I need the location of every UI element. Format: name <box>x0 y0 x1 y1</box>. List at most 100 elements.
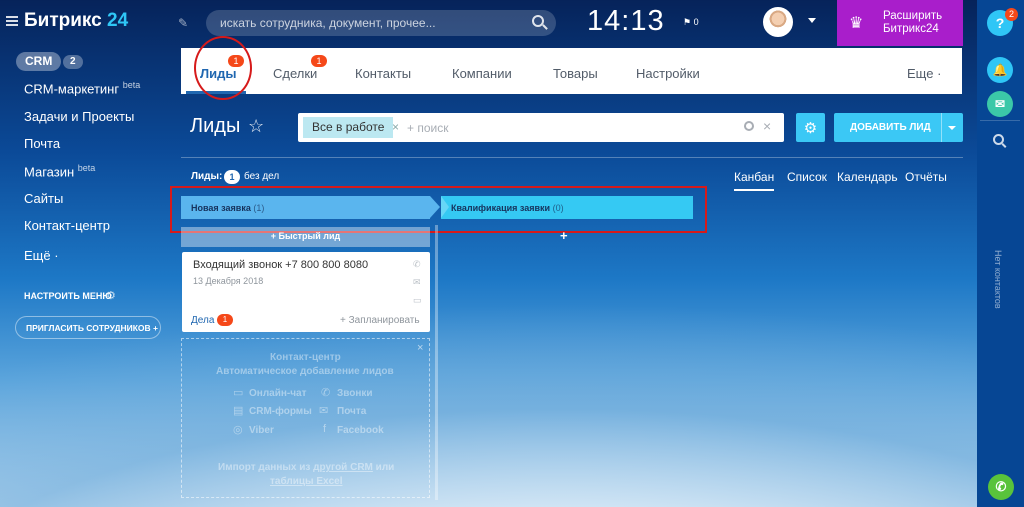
divider <box>181 157 963 158</box>
lead-card-deals[interactable]: Дела <box>191 315 214 326</box>
lead-card-deals-badge: 1 <box>217 314 233 326</box>
chevron-down-icon[interactable] <box>808 18 816 23</box>
highlight-circle <box>194 36 252 100</box>
tab-more[interactable]: Еще · <box>907 66 941 81</box>
channel-calls[interactable]: Звонки <box>337 388 373 399</box>
add-lead-button[interactable]: ДОБАВИТЬ ЛИД <box>834 113 963 142</box>
contact-center-title: Контакт-центр <box>270 352 341 363</box>
filter-placeholder: + поиск <box>407 121 449 135</box>
sidebar-item-sites[interactable]: Сайты <box>24 191 63 206</box>
search-icon[interactable] <box>744 121 754 131</box>
sidebar-item-shop[interactable]: Магазин beta <box>24 163 95 179</box>
menu-burger-icon[interactable] <box>6 16 18 26</box>
tab-deals[interactable]: Сделки <box>273 66 317 81</box>
search-icon[interactable] <box>532 15 544 27</box>
tab-settings[interactable]: Настройки <box>636 66 700 81</box>
add-item-button[interactable]: + <box>560 228 568 243</box>
sidebar-item-more[interactable]: Ещё · <box>24 248 59 263</box>
view-reports[interactable]: Отчёты <box>905 170 947 184</box>
chat-icon[interactable]: ▭ <box>413 295 422 306</box>
channel-viber[interactable]: Viber <box>249 425 274 436</box>
phone-icon[interactable]: ✆ <box>413 259 421 270</box>
gear-icon: ⚙ <box>803 119 818 137</box>
tab-companies[interactable]: Компании <box>452 66 512 81</box>
setup-menu-button[interactable]: НАСТРОИТЬ МЕНЮ <box>24 291 112 301</box>
import-excel-link[interactable]: таблицы Excel <box>270 476 343 487</box>
schedule-button[interactable]: + Запланировать <box>340 315 420 326</box>
search-input[interactable]: искать сотрудника, документ, прочее... <box>206 10 556 36</box>
help-badge: 2 <box>1005 8 1018 21</box>
leads-counter-label: Лиды: <box>191 171 223 182</box>
channel-mail[interactable]: Почта <box>337 406 366 417</box>
no-contacts-label: Нет контактов <box>993 250 1003 309</box>
expand-line2: Битрикс24 <box>883 23 939 35</box>
lead-card-date: 13 Декабря 2018 <box>193 276 264 286</box>
import-line1: Импорт данных из <box>218 462 311 473</box>
stage-count: (0) <box>552 203 564 213</box>
mail-icon[interactable]: ✉ <box>413 277 421 288</box>
viber-icon[interactable]: ◎ <box>233 423 243 436</box>
quick-lead-button[interactable]: + Быстрый лид <box>181 227 430 247</box>
beta-label: beta <box>77 163 96 173</box>
pencil-icon[interactable]: ✎ <box>178 16 188 30</box>
search-placeholder: искать сотрудника, документ, прочее... <box>220 16 436 30</box>
stage-name: Квалификация заявки <box>451 203 551 213</box>
view-calendar[interactable]: Календарь <box>837 170 898 184</box>
phone-icon[interactable]: ✆ <box>988 474 1014 500</box>
facebook-icon[interactable]: f <box>323 423 326 435</box>
bell-icon[interactable]: 🔔 <box>987 57 1013 83</box>
leads-counter-badge[interactable]: 1 <box>224 170 240 184</box>
logo[interactable]: Битрикс 24 <box>24 10 128 32</box>
filter-tag[interactable]: Все в работе <box>303 117 394 138</box>
invite-users-button[interactable]: ПРИГЛАСИТЬ СОТРУДНИКОВ + <box>15 316 161 339</box>
tab-contacts[interactable]: Контакты <box>355 66 411 81</box>
gear-icon[interactable]: ⚙ <box>106 289 116 302</box>
search-icon[interactable] <box>993 134 1004 145</box>
stage-count: (1) <box>253 203 265 213</box>
stage-name: Новая заявка <box>191 203 251 213</box>
stage-qualification[interactable]: Квалификация заявки (0) <box>441 196 693 219</box>
page-title: Лиды <box>190 115 241 137</box>
channel-crm-forms[interactable]: CRM-формы <box>249 406 312 417</box>
divider <box>980 120 1020 121</box>
chevron-down-icon[interactable] <box>948 126 956 130</box>
form-icon[interactable]: ▤ <box>233 404 243 417</box>
view-kanban[interactable]: Канбан <box>734 170 775 191</box>
import-other-crm-link[interactable]: другой CRM <box>313 462 373 473</box>
chat-icon[interactable]: ▭ <box>233 386 243 399</box>
channel-online-chat[interactable]: Онлайн-чат <box>249 388 307 399</box>
tab-products[interactable]: Товары <box>553 66 598 81</box>
phone-icon[interactable]: ✆ <box>321 386 330 399</box>
sidebar-item-mail[interactable]: Почта <box>24 136 60 151</box>
mail-icon[interactable]: ✉ <box>319 404 328 417</box>
beta-label: beta <box>122 80 141 90</box>
stage-new[interactable]: Новая заявка (1) <box>181 196 440 219</box>
flag-count: 0 <box>693 17 699 27</box>
channel-facebook[interactable]: Facebook <box>337 425 384 436</box>
sidebar-item-crm-marketing[interactable]: CRM-маркетинг beta <box>24 80 140 96</box>
sidebar-item-contact-center[interactable]: Контакт-центр <box>24 218 110 233</box>
divider <box>941 113 942 142</box>
column-scrollbar[interactable] <box>435 225 438 500</box>
sidebar-item-label: CRM-маркетинг <box>24 81 120 97</box>
view-list[interactable]: Список <box>787 170 827 184</box>
close-icon[interactable]: × <box>763 118 771 134</box>
contact-center-subtitle: Автоматическое добавление лидов <box>216 366 394 377</box>
close-icon[interactable]: × <box>417 342 423 354</box>
expand-line1: Расширить <box>883 10 943 22</box>
crown-icon: ♛ <box>849 15 864 32</box>
chat-icon[interactable]: ✉ <box>987 91 1013 117</box>
sidebar-item-crm[interactable]: CRM <box>16 52 62 71</box>
leads-counter-suffix: без дел <box>244 171 280 182</box>
avatar[interactable] <box>763 7 793 37</box>
sidebar-item-tasks[interactable]: Задачи и Проекты <box>24 109 134 124</box>
lead-card-title[interactable]: Входящий звонок +7 800 800 8080 <box>193 259 368 271</box>
clock[interactable]: 14:13 <box>587 5 665 38</box>
flag-counter[interactable]: ⚑ 0 <box>683 17 699 28</box>
import-or: или <box>375 462 395 473</box>
logo-number: 24 <box>107 10 129 31</box>
close-icon[interactable]: × <box>392 120 399 134</box>
logo-text: Битрикс <box>24 10 102 31</box>
settings-gear-button[interactable]: ⚙ <box>796 113 825 142</box>
star-icon[interactable]: ☆ <box>248 116 264 137</box>
